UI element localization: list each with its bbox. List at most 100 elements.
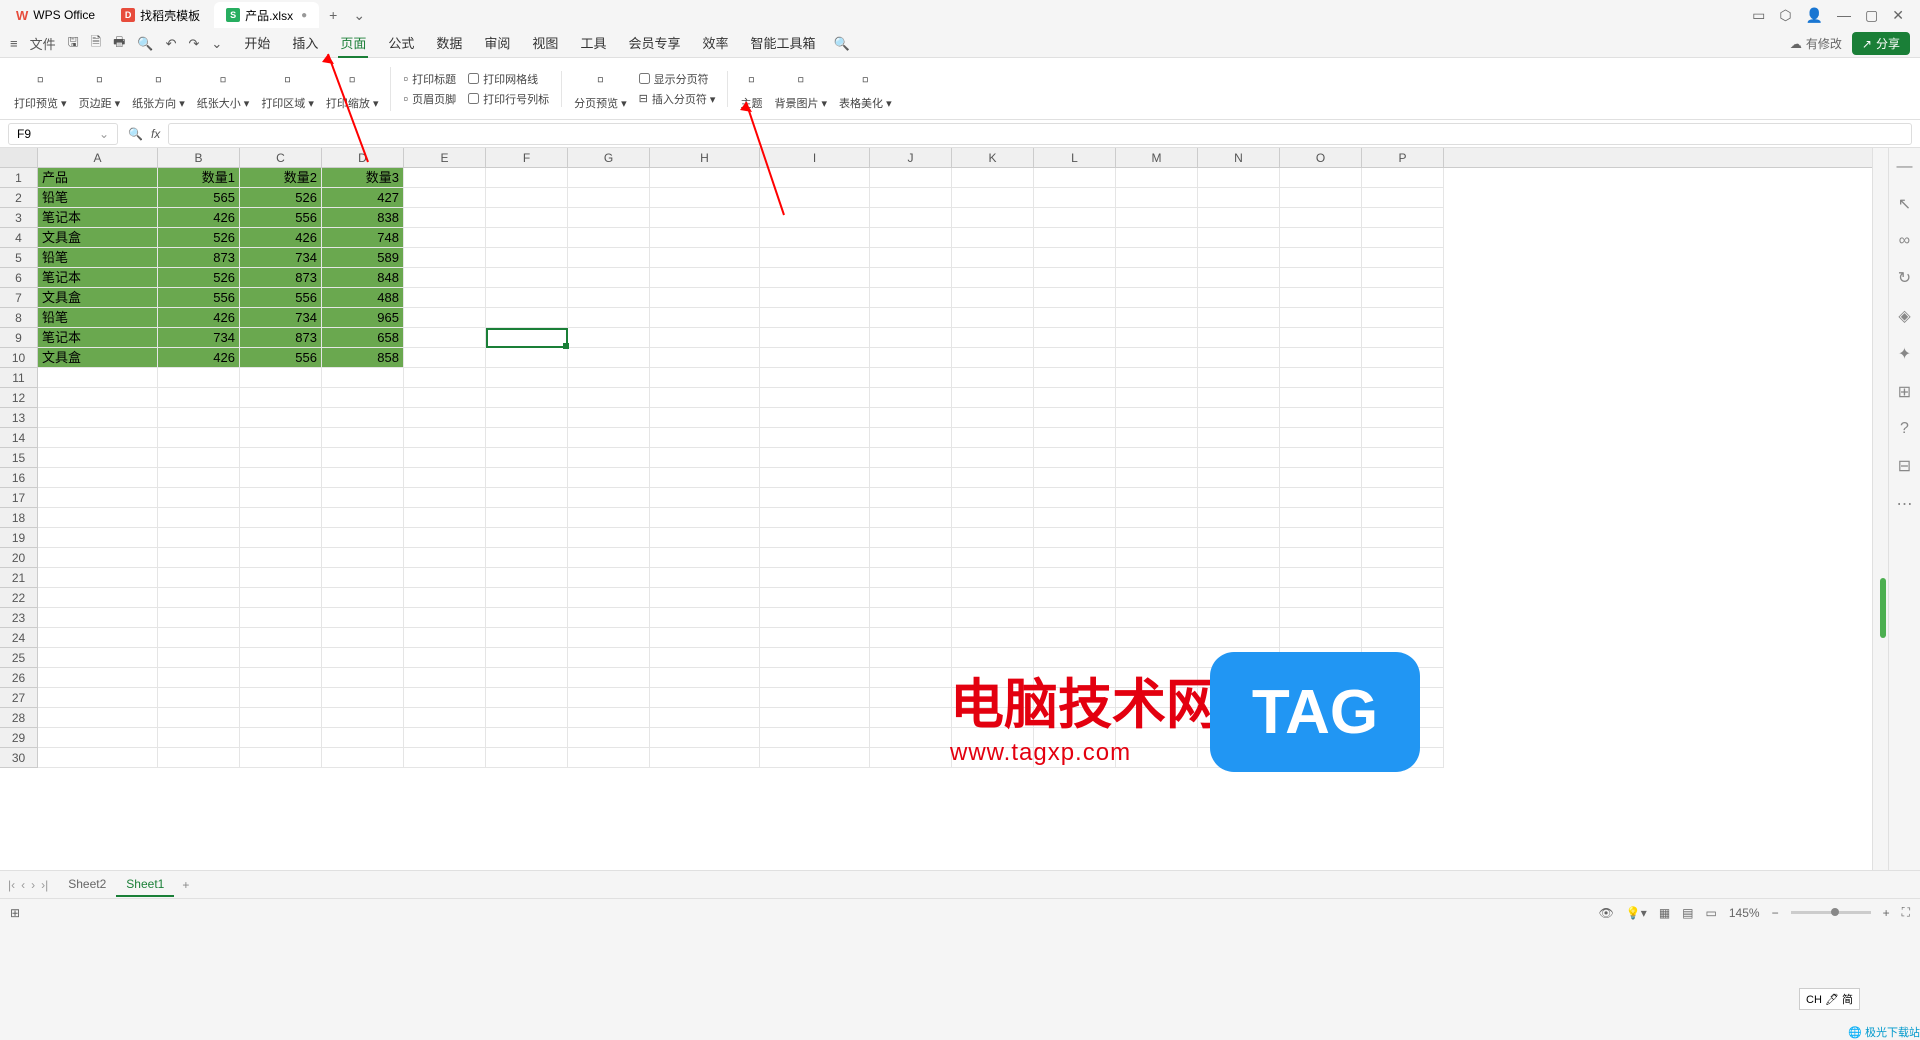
cell[interactable] <box>568 728 650 748</box>
cell[interactable] <box>38 508 158 528</box>
cell[interactable] <box>760 368 870 388</box>
cell[interactable] <box>650 528 760 548</box>
cell[interactable] <box>404 628 486 648</box>
cell[interactable]: 产品 <box>38 168 158 188</box>
cell[interactable] <box>952 328 1034 348</box>
dropdown-icon[interactable]: ⌄ <box>211 36 222 52</box>
cell[interactable] <box>1198 408 1280 428</box>
cell[interactable]: 笔记本 <box>38 208 158 228</box>
cell[interactable] <box>404 668 486 688</box>
cell[interactable] <box>760 708 870 728</box>
cell[interactable] <box>1198 368 1280 388</box>
cell[interactable] <box>952 448 1034 468</box>
cell[interactable] <box>486 588 568 608</box>
cell[interactable] <box>404 548 486 568</box>
minimize-button[interactable]: — <box>1837 7 1851 24</box>
cell[interactable] <box>38 488 158 508</box>
cell[interactable] <box>404 648 486 668</box>
row-header-5[interactable]: 5 <box>0 248 37 268</box>
cell[interactable] <box>760 468 870 488</box>
ribbon-check-插入分页符[interactable]: ⊟ 插入分页符 ▾ <box>639 91 716 107</box>
cell[interactable] <box>1198 568 1280 588</box>
cell[interactable] <box>158 548 240 568</box>
cell[interactable] <box>952 568 1034 588</box>
menu-tab-工具[interactable]: 工具 <box>578 29 608 58</box>
cell[interactable] <box>486 448 568 468</box>
ribbon-纸张大小[interactable]: ▫纸张大小 ▾ <box>197 67 250 111</box>
cell[interactable] <box>322 648 404 668</box>
cell[interactable] <box>404 348 486 368</box>
cell[interactable] <box>158 748 240 768</box>
cell[interactable] <box>404 508 486 528</box>
cell[interactable] <box>486 288 568 308</box>
zoom-level[interactable]: 145% <box>1729 906 1760 920</box>
cell[interactable] <box>322 408 404 428</box>
cell[interactable] <box>240 488 322 508</box>
cell[interactable] <box>650 248 760 268</box>
menu-hamburger-icon[interactable]: ≡ <box>10 36 18 51</box>
cell[interactable] <box>38 708 158 728</box>
ribbon-分页预览[interactable]: ▫分页预览 ▾ <box>574 67 627 111</box>
cell[interactable] <box>322 728 404 748</box>
cell[interactable] <box>650 448 760 468</box>
cell[interactable] <box>1280 608 1362 628</box>
cell[interactable] <box>1116 288 1198 308</box>
cell[interactable] <box>1362 228 1444 248</box>
cell[interactable] <box>240 368 322 388</box>
view-normal-icon[interactable]: ▦ <box>1659 906 1670 920</box>
cell[interactable]: 铅笔 <box>38 248 158 268</box>
cell[interactable] <box>1198 588 1280 608</box>
cell[interactable] <box>322 608 404 628</box>
cell[interactable] <box>240 548 322 568</box>
cell[interactable] <box>240 508 322 528</box>
row-header-22[interactable]: 22 <box>0 588 37 608</box>
row-header-21[interactable]: 21 <box>0 568 37 588</box>
cell[interactable] <box>1034 268 1116 288</box>
cell[interactable] <box>1034 488 1116 508</box>
cell[interactable] <box>404 488 486 508</box>
cell[interactable] <box>240 588 322 608</box>
cell[interactable] <box>1280 368 1362 388</box>
cell[interactable] <box>1362 248 1444 268</box>
cell[interactable] <box>568 328 650 348</box>
panel-cursor-icon[interactable]: ↖ <box>1898 194 1911 214</box>
cell[interactable] <box>870 548 952 568</box>
cell[interactable] <box>760 408 870 428</box>
cell[interactable] <box>1198 528 1280 548</box>
fullscreen-icon[interactable]: ⛶ <box>1902 905 1910 920</box>
cell[interactable] <box>568 348 650 368</box>
ribbon-打印区域[interactable]: ▫打印区域 ▾ <box>261 67 314 111</box>
cell[interactable] <box>240 608 322 628</box>
cell[interactable] <box>1362 168 1444 188</box>
cell[interactable] <box>1198 268 1280 288</box>
cell[interactable] <box>1198 248 1280 268</box>
cell[interactable] <box>870 188 952 208</box>
cell[interactable] <box>650 348 760 368</box>
cell[interactable] <box>38 668 158 688</box>
cell[interactable] <box>1362 568 1444 588</box>
cell[interactable] <box>650 268 760 288</box>
cell[interactable] <box>650 428 760 448</box>
cell[interactable] <box>1198 208 1280 228</box>
cell[interactable] <box>650 288 760 308</box>
menu-tab-审阅[interactable]: 审阅 <box>482 29 512 58</box>
cell[interactable] <box>870 608 952 628</box>
cell[interactable] <box>240 668 322 688</box>
cell[interactable] <box>240 708 322 728</box>
cell[interactable] <box>486 428 568 448</box>
cell[interactable] <box>760 688 870 708</box>
add-sheet-button[interactable]: + <box>182 878 189 892</box>
cell[interactable] <box>1116 328 1198 348</box>
cell[interactable] <box>650 388 760 408</box>
ribbon-check-显示分页符[interactable]: 显示分页符 <box>639 71 716 87</box>
cell[interactable] <box>1198 468 1280 488</box>
cell[interactable] <box>240 648 322 668</box>
cell[interactable] <box>650 568 760 588</box>
cell[interactable] <box>952 248 1034 268</box>
cell[interactable] <box>240 628 322 648</box>
col-header-F[interactable]: F <box>486 148 568 167</box>
cell[interactable] <box>1034 528 1116 548</box>
cell[interactable] <box>1116 248 1198 268</box>
cell[interactable] <box>38 648 158 668</box>
print-preview-icon[interactable]: 🔍 <box>137 36 153 52</box>
